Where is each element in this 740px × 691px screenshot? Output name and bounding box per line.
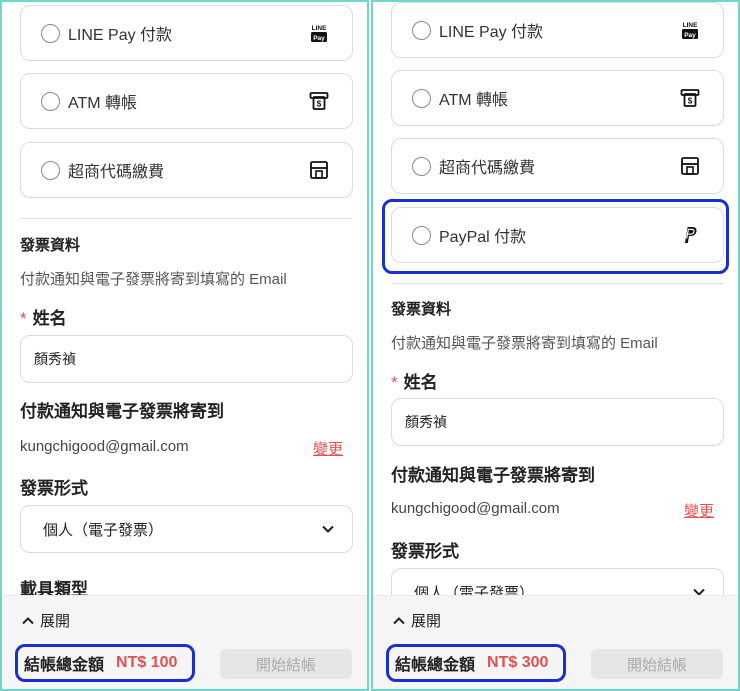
payment-option-label: 超商代碼繳費 bbox=[68, 164, 165, 181]
total-amount-box: 結帳總金額 NT$ 300 bbox=[386, 644, 566, 682]
email-value: kungchigood@gmail.com bbox=[391, 500, 560, 517]
invoice-hint: 付款通知與電子發票將寄到填寫的 Email bbox=[391, 335, 658, 352]
svg-text:Pay: Pay bbox=[684, 32, 696, 39]
svg-text:Pay: Pay bbox=[313, 35, 325, 42]
chevron-down-icon bbox=[693, 588, 705, 595]
payment-option-label: LINE Pay 付款 bbox=[439, 24, 544, 41]
invoice-type-select[interactable]: 個人（電子發票） bbox=[391, 568, 724, 595]
payment-option-label: 超商代碼繳費 bbox=[439, 160, 536, 177]
payment-option-label: ATM 轉帳 bbox=[68, 95, 138, 112]
name-input[interactable]: 顏秀禎 bbox=[20, 335, 353, 383]
payment-option-atm[interactable]: ATM 轉帳 $ bbox=[391, 70, 724, 126]
checkout-panel-left: LINE Pay 付款 LINE Pay ATM 轉帳 $ 超商代碼繳費 發票資料… bbox=[0, 0, 369, 691]
start-checkout-button[interactable]: 開始結帳 bbox=[220, 649, 352, 679]
name-label-text: 姓名 bbox=[32, 309, 67, 328]
svg-text:$: $ bbox=[688, 97, 693, 106]
total-amount: NT$ 100 bbox=[116, 654, 178, 671]
checkout-footer: 展開 結帳總金額 NT$ 100 開始結帳 bbox=[2, 595, 367, 689]
payment-option-label: PayPal 付款 bbox=[439, 229, 527, 246]
payment-scroll-area[interactable]: LINE Pay 付款 LINE Pay ATM 轉帳 $ 超商代碼繳費 PayP… bbox=[373, 2, 738, 595]
paypal-icon bbox=[679, 224, 701, 246]
expand-toggle[interactable]: 展開 bbox=[22, 610, 70, 631]
invoice-hint: 付款通知與電子發票將寄到填寫的 Email bbox=[20, 271, 287, 288]
checkout-footer: 展開 結帳總金額 NT$ 300 開始結帳 bbox=[373, 595, 738, 689]
payment-option-convenience-store[interactable]: 超商代碼繳費 bbox=[20, 142, 353, 198]
radio-button[interactable] bbox=[41, 160, 60, 180]
invoice-type-select[interactable]: 個人（電子發票） bbox=[20, 505, 353, 553]
store-icon bbox=[679, 155, 701, 177]
checkout-panel-right: LINE Pay 付款 LINE Pay ATM 轉帳 $ 超商代碼繳費 PayP… bbox=[371, 0, 740, 691]
invoice-type-selected: 個人（電子發票） bbox=[414, 584, 535, 596]
radio-button[interactable] bbox=[41, 23, 60, 43]
line-pay-icon: LINE Pay bbox=[308, 22, 330, 44]
svg-text:LINE: LINE bbox=[683, 22, 698, 29]
start-checkout-button[interactable]: 開始結帳 bbox=[591, 649, 723, 679]
invoice-type-label: 發票形式 bbox=[391, 542, 459, 561]
payment-scroll-area[interactable]: LINE Pay 付款 LINE Pay ATM 轉帳 $ 超商代碼繳費 發票資料… bbox=[2, 2, 367, 595]
svg-text:$: $ bbox=[317, 100, 322, 109]
atm-icon: $ bbox=[679, 87, 701, 109]
payment-option-label: LINE Pay 付款 bbox=[68, 27, 173, 44]
radio-button[interactable] bbox=[412, 225, 431, 245]
payment-option-line-pay[interactable]: LINE Pay 付款 LINE Pay bbox=[20, 5, 353, 61]
payment-option-atm[interactable]: ATM 轉帳 $ bbox=[20, 73, 353, 129]
radio-button[interactable] bbox=[412, 156, 431, 176]
expand-toggle[interactable]: 展開 bbox=[393, 610, 441, 631]
change-email-link[interactable]: 變更 bbox=[313, 438, 343, 459]
carrier-type-label: 載具類型 bbox=[20, 580, 88, 595]
store-icon bbox=[308, 159, 330, 181]
payment-option-label: ATM 轉帳 bbox=[439, 92, 509, 109]
divider bbox=[20, 218, 353, 219]
total-label: 結帳總金額 bbox=[24, 657, 105, 674]
divider bbox=[391, 283, 724, 284]
chevron-up-icon bbox=[22, 616, 34, 624]
required-mark: * bbox=[20, 309, 27, 328]
svg-text:LINE: LINE bbox=[312, 25, 327, 32]
expand-label: 展開 bbox=[411, 613, 442, 630]
invoice-type-label: 發票形式 bbox=[20, 479, 88, 498]
email-section-title: 付款通知與電子發票將寄到 bbox=[20, 402, 224, 421]
total-amount: NT$ 300 bbox=[487, 654, 549, 671]
radio-button[interactable] bbox=[41, 91, 60, 111]
invoice-type-selected: 個人（電子發票） bbox=[43, 521, 164, 539]
invoice-section-title: 發票資料 bbox=[391, 301, 452, 318]
name-field-label: * 姓名 bbox=[391, 368, 438, 393]
email-value: kungchigood@gmail.com bbox=[20, 438, 189, 455]
payment-option-convenience-store[interactable]: 超商代碼繳費 bbox=[391, 138, 724, 194]
radio-button[interactable] bbox=[412, 88, 431, 108]
chevron-up-icon bbox=[393, 616, 405, 624]
payment-option-line-pay[interactable]: LINE Pay 付款 LINE Pay bbox=[391, 2, 724, 58]
invoice-section-title: 發票資料 bbox=[20, 237, 81, 254]
line-pay-icon: LINE Pay bbox=[679, 19, 701, 41]
chevron-down-icon bbox=[322, 525, 334, 533]
radio-button[interactable] bbox=[412, 20, 431, 40]
total-label: 結帳總金額 bbox=[395, 657, 476, 674]
name-input[interactable]: 顏秀禎 bbox=[391, 398, 724, 446]
payment-option-paypal[interactable]: PayPal 付款 bbox=[391, 207, 724, 263]
name-label-text: 姓名 bbox=[403, 373, 438, 392]
email-section-title: 付款通知與電子發票將寄到 bbox=[391, 466, 595, 485]
atm-icon: $ bbox=[308, 90, 330, 112]
total-amount-box: 結帳總金額 NT$ 100 bbox=[15, 644, 195, 682]
change-email-link[interactable]: 變更 bbox=[684, 500, 714, 521]
name-field-label: * 姓名 bbox=[20, 304, 67, 329]
expand-label: 展開 bbox=[40, 613, 71, 630]
required-mark: * bbox=[391, 373, 398, 392]
